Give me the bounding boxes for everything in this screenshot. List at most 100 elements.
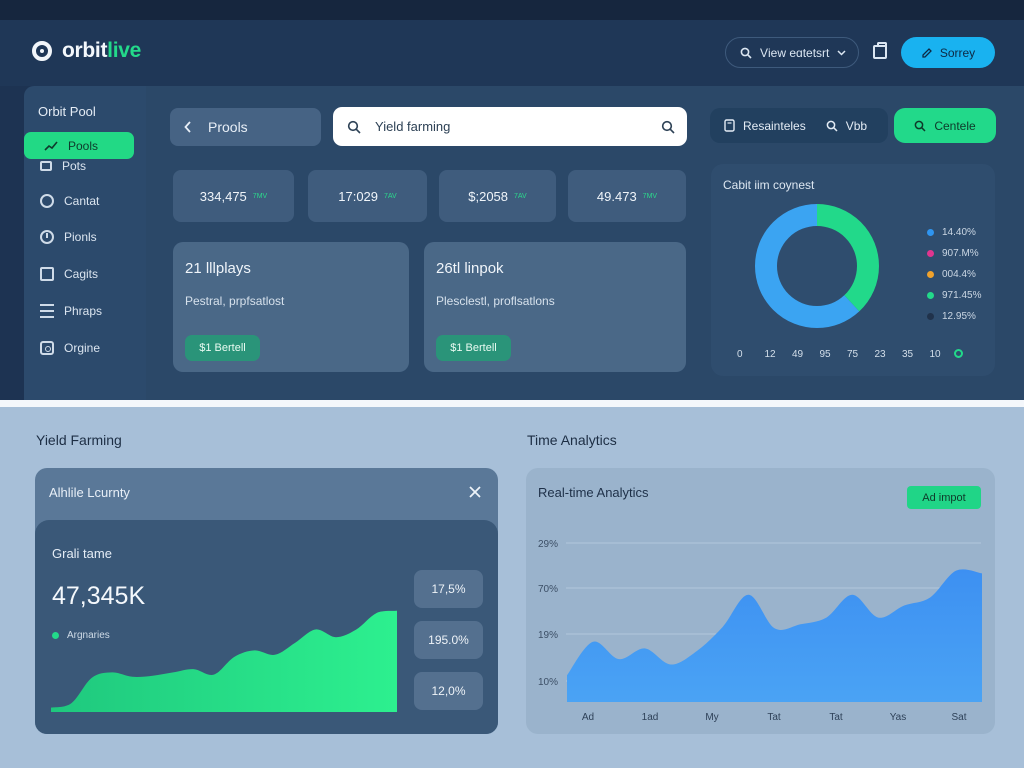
analytics-area-series: [567, 569, 982, 702]
sidebar-item-label: Phraps: [64, 304, 103, 318]
legend-dot: [927, 292, 934, 299]
yield-side-stat[interactable]: 12,0%: [414, 672, 483, 710]
axis-tick-label: 49: [792, 349, 804, 360]
brand-name: orbitlive: [62, 39, 141, 62]
document-icon: [40, 267, 54, 281]
trend-icon: [44, 140, 58, 151]
donut-chart-card: Cabit iim coynest 14.40% 907.M% 004.4% 9…: [711, 164, 995, 376]
pool-card-title: 26tl linpok: [436, 260, 504, 277]
axis-tick-label: 10: [929, 349, 941, 360]
stat-card: $;2058 7AV: [439, 170, 556, 222]
close-icon[interactable]: [467, 484, 483, 500]
chevron-left-icon: [184, 121, 191, 133]
search-icon: [740, 47, 752, 59]
box-icon: [40, 161, 52, 171]
axis-tick-label: 0: [737, 349, 743, 360]
console-button[interactable]: Centele: [894, 108, 996, 143]
sidebar-item-orgine[interactable]: Orgine: [40, 338, 100, 358]
yield-panel-title: Alhlile Lcurnty: [49, 485, 130, 500]
legend-item: 14.40%: [927, 222, 981, 243]
legend-label: 907.M%: [942, 248, 979, 259]
sidebar-item-pools-active[interactable]: Pools: [24, 132, 134, 159]
yield-area-series: [51, 610, 397, 712]
search-input[interactable]: [375, 119, 635, 134]
search-bar[interactable]: [333, 107, 687, 146]
stat-tag: 7MV: [642, 192, 658, 200]
pool-card[interactable]: 26tl linpok Plesclestl, proflsatlons $1 …: [424, 242, 686, 372]
brand-logo[interactable]: orbitlive: [32, 39, 141, 62]
analytics-area-chart: 29% 70% 19% 10% Ad 1ad My Tat Tat Yas Sat: [538, 539, 982, 723]
pools-back-button[interactable]: Prools: [170, 108, 321, 146]
sidebar-item-label: Cagits: [64, 267, 99, 281]
sidebar-item-label: Cantat: [64, 194, 100, 208]
y-tick-label: 19%: [538, 630, 558, 641]
pool-card-title: 21 lllplays: [185, 260, 251, 277]
x-tick-label: Tat: [829, 712, 843, 723]
sidebar-item-phraps[interactable]: Phraps: [40, 301, 102, 321]
analytics-panel: Real-time Analytics Ad impot 29% 70% 19% 10…: [526, 468, 995, 734]
section-divider: [0, 400, 1024, 407]
donut-chart: [755, 204, 879, 328]
stat-card: 17:029 7AV: [308, 170, 427, 222]
search-icon: [914, 120, 926, 132]
yield-inner-card: Grali tame 47,345K Argnaries 17,5% 195.0…: [35, 520, 498, 734]
legend-item: 971.45%: [927, 285, 981, 306]
yield-side-stat[interactable]: 195.0%: [414, 621, 483, 659]
legend-label: 14.40%: [942, 227, 976, 238]
x-tick-label: Sat: [951, 712, 966, 723]
search-icon: [826, 120, 838, 132]
sidebar-title: Orbit Pool: [38, 104, 96, 119]
stat-tag: 7AV: [514, 192, 527, 200]
briefcase-icon[interactable]: [873, 42, 887, 59]
x-tick-label: Ad: [582, 712, 594, 723]
yield-area-chart: [51, 610, 397, 712]
stat-value: 334,475: [199, 188, 247, 204]
console-button-label: Centele: [934, 118, 976, 133]
donut-chart-title: Cabit iim coynest: [723, 178, 815, 192]
donut-axis-labels: 0 12 49 95 75 23 35 10: [737, 349, 957, 360]
yield-farming-panel: Alhlile Lcurnty Grali tame 47,345K Argna…: [35, 468, 498, 734]
document-icon: [724, 119, 735, 132]
legend-label: 12.95%: [942, 311, 976, 322]
yield-side-stat[interactable]: 17,5%: [414, 570, 483, 608]
legend-label: 004.4%: [942, 269, 976, 280]
pool-card-pill[interactable]: $1 Bertell: [436, 335, 511, 361]
pool-card[interactable]: 21 lllplays Pestral, prpfsatlost $1 Bert…: [173, 242, 409, 372]
legend-item: 004.4%: [927, 264, 981, 285]
lines-icon: [40, 304, 54, 318]
pool-card-pill[interactable]: $1 Bertell: [185, 335, 260, 361]
view-select-dropdown[interactable]: Vіew eɑtetsrt: [725, 37, 859, 68]
axis-tick-label: 75: [847, 349, 859, 360]
sidebar-item-label: Pools: [68, 138, 99, 153]
orbit-logo-icon: [32, 41, 52, 61]
y-tick-label: 10%: [538, 677, 558, 688]
camera-icon: [40, 341, 54, 355]
legend-dot: [927, 250, 934, 257]
sidebar-item-label: Pots: [62, 159, 87, 173]
survey-button[interactable]: Sorrey: [901, 37, 995, 68]
axis-tick-label: 12: [764, 349, 776, 360]
chevron-down-icon: [837, 49, 846, 56]
y-tick-label: 70%: [538, 584, 558, 595]
sidebar-item-pots[interactable]: Pots: [40, 156, 86, 176]
sidebar-item-cantat[interactable]: Cantat: [40, 191, 99, 211]
app-header: [0, 20, 1024, 86]
yield-farming-heading: Yield Farming: [36, 432, 122, 448]
circle-icon: [40, 194, 54, 208]
pools-button-label: Prools: [208, 119, 248, 135]
x-tick-label: 1ad: [642, 712, 659, 723]
sidebar-item-pionls[interactable]: Pionls: [40, 227, 97, 247]
axis-tick-label: 95: [819, 349, 831, 360]
view-select-value: Vіew eɑtetsrt: [760, 45, 830, 60]
resources-toolbar[interactable]: Resainteles Vbb: [710, 108, 888, 143]
pool-card-subtitle: Pestral, prpfsatlost: [185, 294, 285, 308]
survey-button-label: Sorrey: [939, 45, 976, 60]
stat-card: 49.473 7MV: [568, 170, 686, 222]
search-submit-icon[interactable]: [661, 120, 675, 134]
time-analytics-heading: Time Analytics: [527, 432, 617, 448]
x-tick-label: Tat: [767, 712, 781, 723]
resources-label: Resainteles: [743, 118, 806, 133]
sidebar-item-label: Pionls: [64, 230, 97, 244]
stat-value: $;2058: [468, 188, 509, 204]
sidebar-item-cagits[interactable]: Cagits: [40, 264, 98, 284]
